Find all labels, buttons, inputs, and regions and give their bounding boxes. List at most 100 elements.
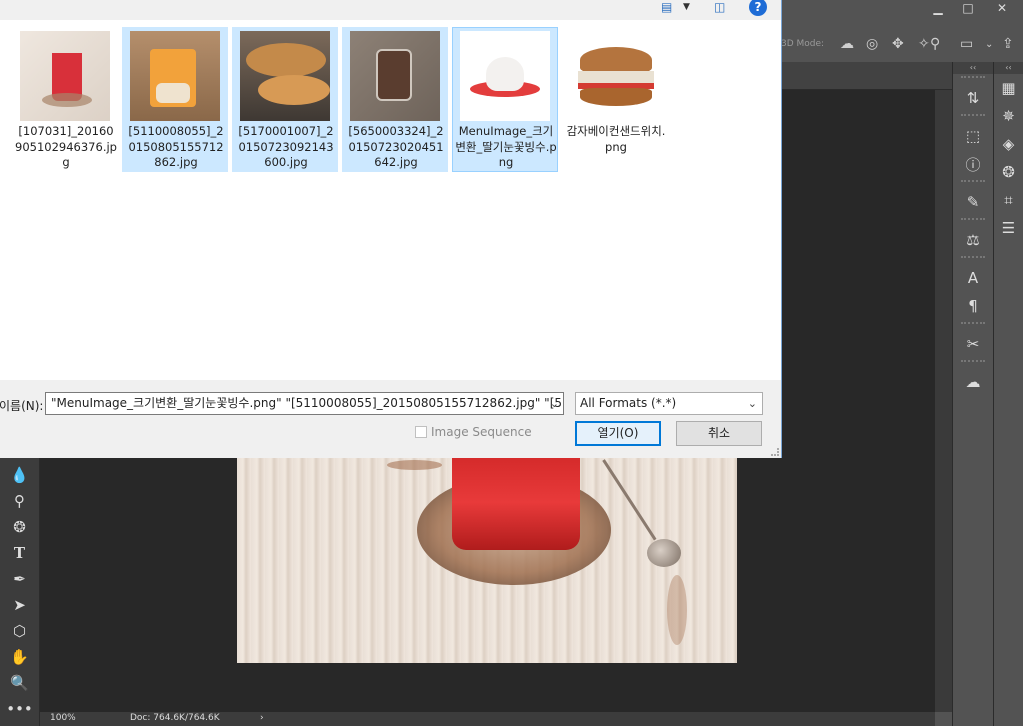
panel-grip[interactable] [961,360,985,366]
open-button[interactable]: 열기(O) [575,421,661,446]
share-icon[interactable]: ⇪ [1002,36,1014,52]
3d-orbit-icon[interactable]: ☁ [840,36,854,52]
properties-icon[interactable]: ☰ [994,214,1023,242]
open-file-dialog: ▤ ▼ ◫ ? [107031]_20160905102946376.jpg [… [0,0,782,458]
panel-collapse-button[interactable]: ‹‹ [994,62,1023,74]
file-item[interactable]: [107031]_20160905102946376.jpg [12,27,118,172]
more-tools-icon[interactable]: ••• [0,696,39,722]
zoom-tool-icon[interactable]: 🔍 [0,670,39,696]
thumb-bun-shape [580,88,652,106]
path-selection-icon[interactable]: ➤ [0,592,39,618]
status-menu-arrow-icon[interactable]: › [260,713,264,723]
file-thumbnail [130,31,220,121]
image-sequence-option[interactable]: Image Sequence [415,425,532,439]
pen-tool-icon[interactable]: ✒ [0,566,39,592]
thumb-bagel-shape [246,43,326,77]
filename-input[interactable]: "MenuImage_크기변환_딸기눈꽃빙수.png" "[5110008055… [45,392,564,415]
image-sequence-checkbox[interactable] [415,426,427,438]
3d-panel-icon[interactable]: ⬚ [953,122,993,150]
file-name: [5110008055]_20150805155712862.jpg [128,124,224,169]
history-icon[interactable]: ⇅ [953,84,993,112]
format-select[interactable]: All Formats (*.*) ⌄ [575,392,763,415]
file-thumbnail [240,31,330,121]
maximize-button[interactable]: □ [953,0,983,16]
chevron-down-icon[interactable]: ⌄ [985,39,993,50]
dialog-footer: 이름(N): "MenuImage_크기변환_딸기눈꽃빙수.png" "[511… [0,380,781,458]
shape-tool-icon[interactable]: ⬡ [0,618,39,644]
blur-tool-icon[interactable]: 💧 [0,462,39,488]
chevron-down-icon[interactable]: ⌄ [550,393,559,414]
panel-dock-1: ‹‹ ⇅ ⬚ ⓘ ✎ ⚖ A ¶ ✂ ☁ [952,62,993,726]
panel-collapse-button[interactable]: ‹‹ [953,62,993,74]
file-item[interactable]: [5650003324]_20150723020451642.jpg [342,27,448,172]
view-mode-icon[interactable]: ▤ [661,0,672,14]
channels-icon[interactable]: ❂ [994,158,1023,186]
file-name: [5650003324]_20150723020451642.jpg [348,124,444,169]
thumb-saucer-shape [42,93,92,107]
panel-grip[interactable] [961,218,985,224]
preview-pane-icon[interactable]: ◫ [714,0,725,14]
file-thumbnail [20,31,110,121]
clone-source-icon[interactable]: ⚖ [953,226,993,254]
panel-grip[interactable] [961,256,985,262]
character-icon[interactable]: A [953,264,993,292]
thumb-bagel-shape [258,75,330,105]
file-name: [5170001007]_20150723092143600.jpg [238,124,334,169]
brush-settings-icon[interactable]: ✎ [953,188,993,216]
panel-grip[interactable] [961,76,985,82]
swatches-icon[interactable]: ▦ [994,74,1023,102]
thumb-snow-shape [486,57,524,91]
glass-shape [452,455,580,550]
paths-icon[interactable]: ⌗ [994,186,1023,214]
canvas-scrollbar[interactable] [935,90,952,712]
chevron-down-icon[interactable]: ▼ [683,2,690,12]
thumb-bun-shape [580,47,652,73]
status-bar: 100% Doc: 764.6K/764.6K › [40,712,935,726]
minimize-button[interactable]: ▁ [923,0,953,16]
3d-slide-icon[interactable]: ✧ [918,36,930,52]
chevron-down-icon[interactable]: ⌄ [748,393,757,414]
tool-presets-icon[interactable]: ✂ [953,330,993,358]
filename-label: 이름(N): [0,399,44,413]
zoom-level[interactable]: 100% [50,713,76,723]
filename-value: "MenuImage_크기변환_딸기눈꽃빙수.png" "[5110008055… [51,396,564,410]
panel-grip[interactable] [961,322,985,328]
libraries-icon[interactable]: ☁ [953,368,993,396]
help-button[interactable]: ? [749,0,767,16]
search-icon[interactable]: ⚲ [930,36,940,52]
paragraph-icon[interactable]: ¶ [953,292,993,320]
thumb-jar-shape [376,49,412,101]
spoon-bowl-shape [647,539,681,567]
panel-grip[interactable] [961,114,985,120]
sponge-tool-icon[interactable]: ❂ [0,514,39,540]
file-item[interactable]: [5170001007]_20150723092143600.jpg [232,27,338,172]
dodge-tool-icon[interactable]: ⚲ [0,488,39,514]
resize-grip-icon[interactable] [771,448,779,456]
file-thumbnail [570,31,660,121]
file-item[interactable]: 감자베이컨샌드위치.png [562,27,668,172]
image-sequence-label: Image Sequence [431,425,532,439]
close-window-button[interactable]: ✕ [987,0,1017,16]
cancel-button[interactable]: 취소 [676,421,762,446]
3d-pan-icon[interactable]: ✥ [892,36,904,52]
type-tool-icon[interactable]: T [0,540,39,566]
3d-mode-label: 3D Mode: [781,39,825,49]
file-thumbnail [350,31,440,121]
hand-tool-icon[interactable]: ✋ [0,644,39,670]
3d-roll-icon[interactable]: ◎ [866,36,878,52]
file-item[interactable]: MenuImage_크기변환_딸기눈꽃빙수.png [452,27,558,172]
file-name: [107031]_20160905102946376.jpg [15,124,117,169]
adjustments-icon[interactable]: ✵ [994,102,1023,130]
file-item[interactable]: [5110008055]_20150805155712862.jpg [122,27,228,172]
canvas-image [237,455,737,663]
panel-grip[interactable] [961,180,985,186]
layers-icon[interactable]: ◈ [994,130,1023,158]
workspace-icon[interactable]: ▭ [960,36,973,52]
file-list: [107031]_20160905102946376.jpg [51100080… [0,20,781,380]
dialog-toolbar: ▤ ▼ ◫ ? [0,0,781,20]
stain-decoration [667,575,687,645]
format-value: All Formats (*.*) [580,396,677,410]
file-name: 감자베이컨샌드위치.png [566,124,666,154]
info-icon[interactable]: ⓘ [953,150,993,178]
thumb-cookie-shape [156,83,190,103]
